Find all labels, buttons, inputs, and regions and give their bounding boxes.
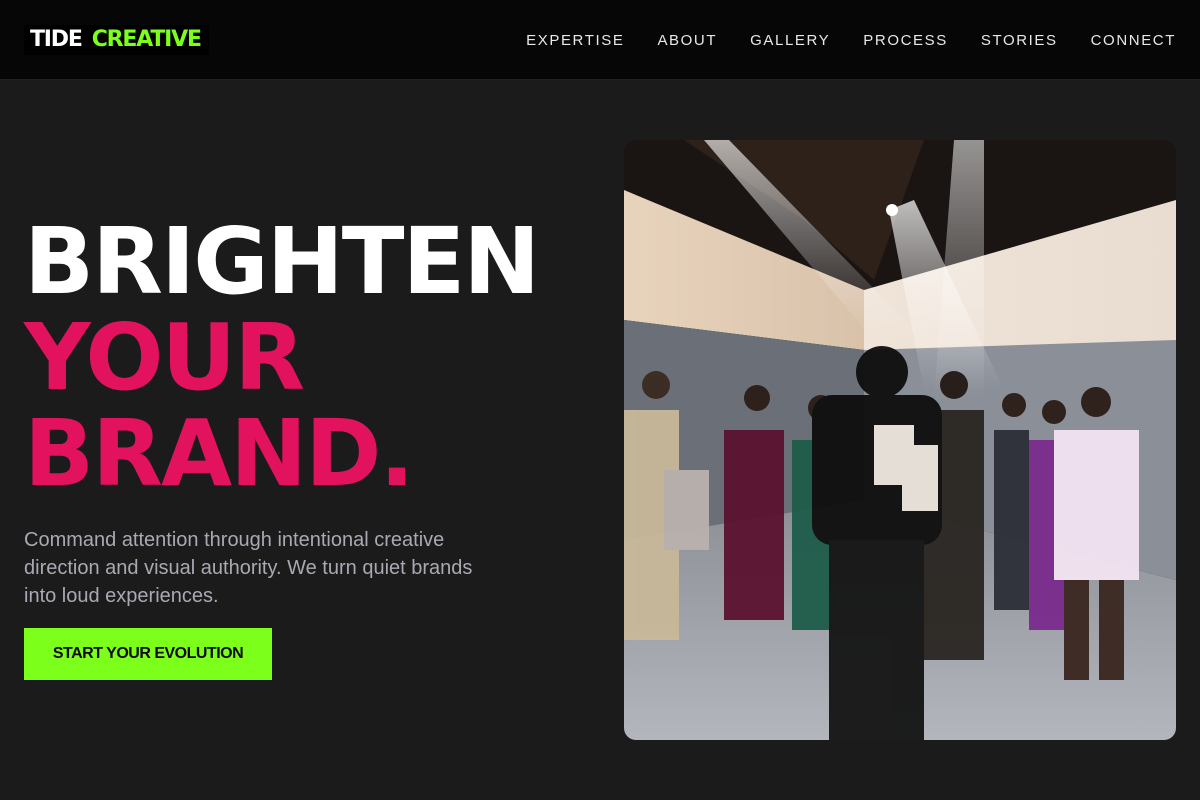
headline-line-2: YOUR (24, 304, 305, 411)
event-photo-illustration (624, 140, 1176, 740)
logo-text-accent: CREATIVE (91, 27, 202, 52)
brand-logo[interactable]: TIDE CREATIVE (24, 25, 209, 55)
hero-image (624, 140, 1176, 740)
hero-headline: BRIGHTEN YOUR BRAND. (24, 208, 540, 507)
nav-link-connect[interactable]: CONNECT (1091, 32, 1176, 49)
nav-link-gallery[interactable]: GALLERY (750, 32, 830, 49)
nav-link-stories[interactable]: STORIES (981, 32, 1058, 49)
headline-line-1: BRIGHTEN (24, 208, 540, 315)
logo-text-primary: TIDE (30, 27, 83, 52)
nav-link-about[interactable]: ABOUT (657, 32, 717, 49)
start-evolution-button[interactable]: START YOUR EVOLUTION (24, 628, 272, 680)
headline-line-3: BRAND. (24, 400, 414, 507)
nav-link-process[interactable]: PROCESS (863, 32, 948, 49)
nav-link-expertise[interactable]: EXPERTISE (526, 32, 624, 49)
main-nav: EXPERTISE ABOUT GALLERY PROCESS STORIES … (526, 0, 1176, 80)
hero-subtext: Command attention through intentional cr… (24, 529, 473, 607)
top-navigation-bar: TIDE CREATIVE EXPERTISE ABOUT GALLERY PR… (0, 0, 1200, 80)
